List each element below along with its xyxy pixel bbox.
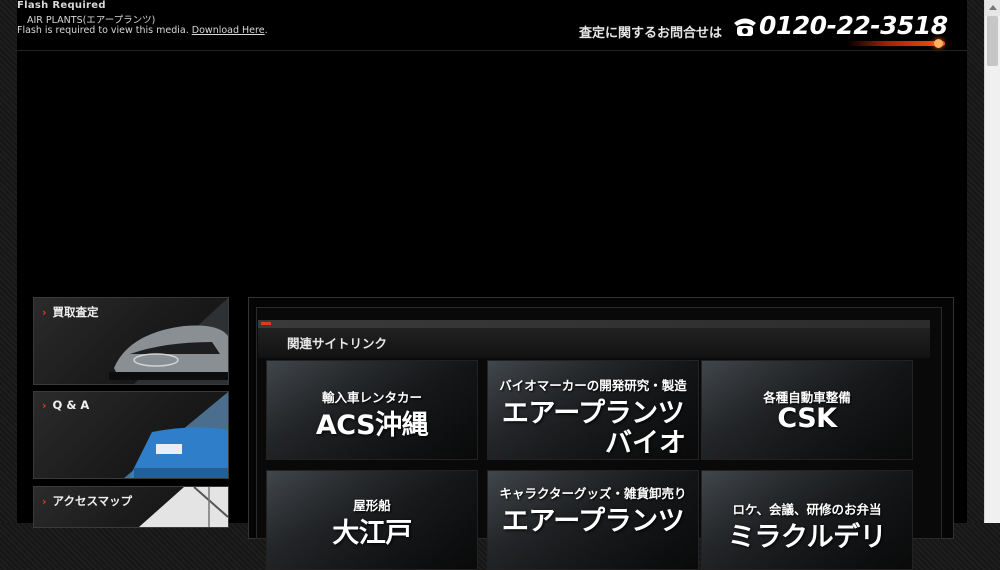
chevron-right-icon: › xyxy=(42,495,47,508)
related-links-title: 関連サイトリンク xyxy=(287,336,388,351)
related-links-header: 関連サイトリンク xyxy=(258,320,930,358)
sidebar-item-access-map[interactable]: › アクセスマップ xyxy=(33,486,229,528)
flash-message: Flash is required to view this media. Do… xyxy=(17,25,268,36)
link-tile-csk[interactable]: 各種自動車整備 CSK xyxy=(701,360,913,460)
sidebar-item-text: アクセスマップ xyxy=(52,494,133,508)
tile-title: CSK xyxy=(777,403,837,434)
sidebar-item-qa[interactable]: › Q & A xyxy=(33,391,229,479)
download-flash-link[interactable]: Download Here xyxy=(192,25,265,36)
tile-title-second-line: バイオ xyxy=(605,428,686,459)
link-tile-airplants-goods[interactable]: キャラクターグッズ・雑貨卸売り エアープランツ xyxy=(487,470,699,570)
vertical-scrollbar[interactable] xyxy=(984,0,1000,523)
telephone-icon xyxy=(734,18,756,36)
sidebar-item-text: Q & A xyxy=(52,398,90,412)
tile-title: 大江戸 xyxy=(332,518,412,549)
phone-lead-text: 査定に関するお問合せは xyxy=(579,26,723,41)
flash-message-text: Flash is required to view this media. xyxy=(17,25,189,36)
phone-number[interactable]: 0120-22-3518 xyxy=(759,11,948,40)
flash-required-title: Flash Required xyxy=(17,0,106,11)
phone-glow-decoration xyxy=(934,39,943,48)
tile-title: ミラクルデリ xyxy=(727,522,887,553)
link-tile-acs-okinawa[interactable]: 輸入車レンタカー ACS沖縄 xyxy=(266,360,478,460)
sidebar-item-label: › Q & A xyxy=(42,398,89,412)
flash-message-tail: . xyxy=(264,25,268,36)
link-tile-airplants-bio[interactable]: バイオマーカーの開発研究・製造 エアープランツ バイオ xyxy=(487,360,699,460)
sidebar-item-text: 買取査定 xyxy=(52,305,99,319)
scrollbar-thumb[interactable] xyxy=(987,16,998,66)
link-tile-miracle-deli[interactable]: ロケ、会議、研修のお弁当 ミラクルデリ xyxy=(701,470,913,570)
link-tile-oedo[interactable]: 屋形船 大江戸 xyxy=(266,470,478,570)
flash-alt-text: AIR PLANTS(エアープランツ) xyxy=(27,15,156,26)
tile-title: ACS沖縄 xyxy=(315,410,429,441)
sidebar-item-label: › アクセスマップ xyxy=(42,493,132,509)
header-divider xyxy=(17,50,967,51)
tile-title: エアープランツ xyxy=(501,506,685,537)
header-bar-decoration xyxy=(258,320,930,328)
page-container: Flash Required AIR PLANTS(エアープランツ) Flash… xyxy=(17,0,967,570)
header-accent-decoration xyxy=(261,322,271,325)
chevron-right-icon: › xyxy=(42,306,47,319)
sidebar-item-label: › 買取査定 xyxy=(42,304,99,320)
sidebar-item-appraisal[interactable]: › 買取査定 xyxy=(33,297,229,385)
phone-underline-decoration xyxy=(847,41,945,46)
chevron-right-icon: › xyxy=(42,399,47,412)
scroll-up-arrow-icon[interactable] xyxy=(985,0,1000,16)
